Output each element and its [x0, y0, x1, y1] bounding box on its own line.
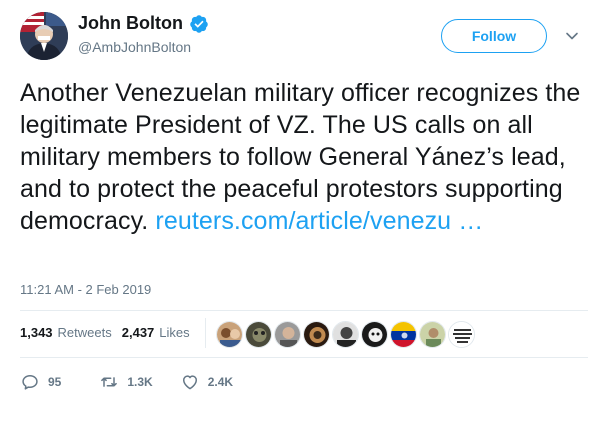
reply-button[interactable]: 95	[20, 372, 61, 392]
follow-button[interactable]: Follow	[441, 19, 547, 53]
verified-badge-icon	[189, 14, 209, 34]
tweet-text: Another Venezuelan military officer reco…	[20, 77, 592, 237]
stats-separator	[205, 318, 206, 348]
likes-count: 2,437	[121, 325, 155, 340]
liker-avatar[interactable]	[303, 321, 330, 348]
like-count: 2.4K	[207, 375, 234, 389]
author-name-row: John Bolton	[78, 13, 209, 34]
chevron-down-icon[interactable]	[564, 28, 580, 44]
retweet-icon	[101, 377, 118, 387]
reply-icon	[22, 375, 38, 390]
tweet-card: John Bolton @AmbJohnBolton Follow Anothe…	[0, 0, 606, 425]
likes-label: Likes	[159, 325, 190, 340]
heart-icon	[182, 375, 197, 390]
liker-avatar[interactable]	[390, 321, 417, 348]
author-avatar[interactable]	[20, 12, 68, 60]
liker-avatar[interactable]	[361, 321, 388, 348]
liker-avatars	[216, 321, 477, 348]
author-handle[interactable]: @AmbJohnBolton	[78, 39, 191, 55]
divider	[20, 357, 588, 358]
author-display-name[interactable]: John Bolton	[78, 13, 183, 34]
liker-avatar[interactable]	[274, 321, 301, 348]
retweet-button[interactable]: 1.3K	[99, 372, 153, 392]
retweets-label: Retweets	[57, 325, 112, 340]
liker-avatar[interactable]	[448, 321, 475, 348]
retweet-count: 1.3K	[127, 375, 153, 389]
tweet-stats: 1,343 Retweets 2,437 Likes	[20, 325, 200, 340]
reply-count: 95	[48, 375, 62, 389]
tweet-link[interactable]: reuters.com/article/venezu …	[155, 207, 483, 235]
tweet-timestamp[interactable]: 11:21 AM - 2 Feb 2019	[20, 282, 151, 297]
retweets-stat[interactable]: 1,343 Retweets	[20, 325, 112, 340]
liker-avatar[interactable]	[419, 321, 446, 348]
like-button[interactable]: 2.4K	[180, 372, 233, 392]
liker-avatar[interactable]	[216, 321, 243, 348]
divider	[20, 310, 588, 311]
liker-avatar[interactable]	[332, 321, 359, 348]
tweet-actions: 95 1.3K 2.4K	[20, 372, 261, 392]
liker-avatar[interactable]	[245, 321, 272, 348]
likes-stat[interactable]: 2,437 Likes	[122, 325, 190, 340]
retweets-count: 1,343	[20, 325, 53, 340]
